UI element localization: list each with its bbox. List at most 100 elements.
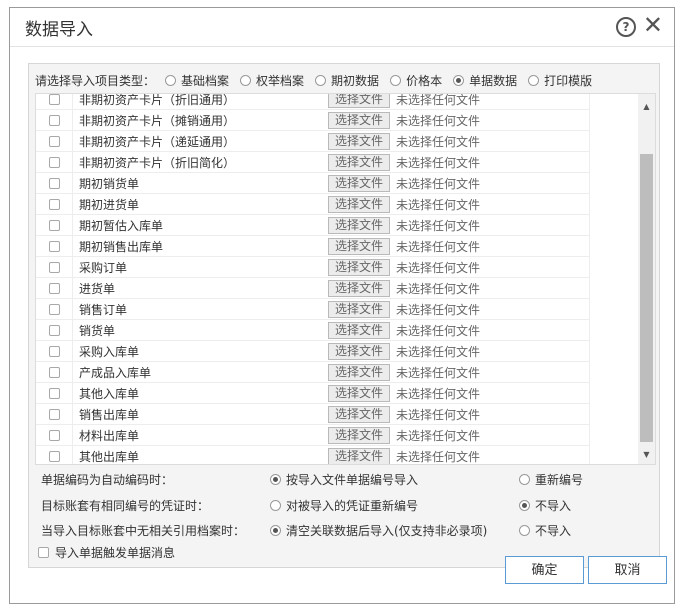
- type-selector-label: 请选择导入项目类型：: [35, 73, 156, 88]
- row-checkbox[interactable]: [48, 94, 60, 105]
- row-check-cell: [36, 361, 73, 383]
- choose-file-button[interactable]: 选择文件: [328, 111, 390, 129]
- choose-file-button[interactable]: 选择文件: [328, 237, 390, 255]
- trigger-message-option[interactable]: 导入单据触发单据消息: [38, 544, 175, 561]
- choose-file-button[interactable]: 选择文件: [328, 174, 390, 192]
- row-checkbox[interactable]: [48, 261, 60, 273]
- choose-file-button[interactable]: 选择文件: [328, 321, 390, 339]
- row-spacer: [480, 403, 590, 425]
- choose-file-button[interactable]: 选择文件: [328, 195, 390, 213]
- option-radio[interactable]: [519, 524, 530, 536]
- file-status: 未选择任何文件: [396, 218, 481, 233]
- close-icon[interactable]: ✕: [643, 11, 663, 39]
- type-option-radio[interactable]: [240, 74, 252, 86]
- row-checkbox[interactable]: [48, 282, 60, 294]
- type-option-4[interactable]: 单据数据: [453, 72, 517, 89]
- choose-file-button[interactable]: 选择文件: [328, 153, 390, 171]
- cancel-button[interactable]: 取消: [588, 556, 667, 584]
- option-radio[interactable]: [519, 473, 530, 485]
- same-code-skip-radio[interactable]: 不导入: [519, 497, 571, 514]
- title-bar: 数据导入 ? ✕: [10, 8, 674, 47]
- same-code-renumber-radio[interactable]: 对被导入的凭证重新编号: [270, 497, 418, 514]
- type-option-label: 打印模版: [544, 73, 593, 88]
- type-option-3[interactable]: 价格本: [390, 72, 442, 89]
- list-scrollbar[interactable]: ▲ ▼: [638, 94, 655, 464]
- choose-file-button[interactable]: 选择文件: [328, 447, 390, 464]
- type-option-radio[interactable]: [165, 74, 177, 86]
- import-item-list: 非期初资产卡片（折旧通用） 选择文件 未选择任何文件 非期初资产卡片（摊销通用） 选择文…: [35, 93, 656, 465]
- help-icon[interactable]: ?: [616, 17, 636, 37]
- list-item: 非期初资产卡片（折旧简化） 选择文件 未选择任何文件: [36, 151, 590, 173]
- option-radio[interactable]: [270, 473, 281, 485]
- file-status: 未选择任何文件: [396, 239, 481, 254]
- list-item: 采购入库单 选择文件 未选择任何文件: [36, 340, 590, 362]
- row-checkbox[interactable]: [48, 156, 60, 168]
- row-checkbox[interactable]: [48, 219, 60, 231]
- row-checkbox[interactable]: [48, 198, 60, 210]
- choose-file-button[interactable]: 选择文件: [328, 258, 390, 276]
- choose-file-button[interactable]: 选择文件: [328, 279, 390, 297]
- list-item: 采购订单 选择文件 未选择任何文件: [36, 256, 590, 278]
- row-check-cell: [36, 277, 73, 299]
- list-item: 非期初资产卡片（递延通用） 选择文件 未选择任何文件: [36, 130, 590, 152]
- type-option-0[interactable]: 基础档案: [165, 72, 229, 89]
- no-ref-skip-radio[interactable]: 不导入: [519, 522, 571, 539]
- row-checkbox[interactable]: [48, 450, 60, 462]
- choose-file-button[interactable]: 选择文件: [328, 216, 390, 234]
- choose-file-button[interactable]: 选择文件: [328, 342, 390, 360]
- scroll-up-arrow-icon[interactable]: ▲: [638, 100, 655, 114]
- type-option-radio[interactable]: [390, 74, 402, 86]
- list-item: 销售订单 选择文件 未选择任何文件: [36, 298, 590, 320]
- type-option-radio[interactable]: [453, 74, 465, 86]
- no-ref-clear-radio[interactable]: 清空关联数据后导入(仅支持非必录项): [270, 522, 487, 539]
- option-radio[interactable]: [270, 524, 281, 536]
- row-checkbox[interactable]: [48, 429, 60, 441]
- choose-file-button[interactable]: 选择文件: [328, 300, 390, 318]
- type-option-2[interactable]: 期初数据: [315, 72, 379, 89]
- type-option-1[interactable]: 权举档案: [240, 72, 304, 89]
- row-checkbox[interactable]: [48, 135, 60, 147]
- type-option-label: 单据数据: [469, 73, 518, 88]
- auto-code-renumber-radio[interactable]: 重新编号: [519, 471, 583, 488]
- row-spacer: [480, 94, 590, 110]
- item-name: 期初暂估入库单: [79, 218, 164, 233]
- dialog-title: 数据导入: [25, 20, 93, 40]
- file-status: 未选择任何文件: [396, 155, 481, 170]
- row-check-cell: [36, 256, 73, 278]
- choose-file-button[interactable]: 选择文件: [328, 384, 390, 402]
- row-checkbox[interactable]: [48, 240, 60, 252]
- item-name: 期初进货单: [79, 197, 140, 212]
- row-checkbox[interactable]: [48, 345, 60, 357]
- row-check-cell: [36, 94, 73, 110]
- type-option-radio[interactable]: [315, 74, 327, 86]
- choose-file-button[interactable]: 选择文件: [328, 132, 390, 150]
- choose-file-button[interactable]: 选择文件: [328, 363, 390, 381]
- auto-code-keep-radio[interactable]: 按导入文件单据编号导入: [270, 471, 418, 488]
- scroll-thumb[interactable]: [640, 154, 653, 442]
- row-checkbox[interactable]: [48, 177, 60, 189]
- option-radio[interactable]: [519, 499, 530, 511]
- list-item: 进货单 选择文件 未选择任何文件: [36, 277, 590, 299]
- choose-file-button[interactable]: 选择文件: [328, 94, 390, 108]
- row-checkbox[interactable]: [48, 408, 60, 420]
- item-name: 其他入库单: [79, 386, 140, 401]
- type-option-radio[interactable]: [528, 74, 540, 86]
- trigger-message-label: 导入单据触发单据消息: [55, 546, 176, 560]
- file-status: 未选择任何文件: [396, 113, 481, 128]
- item-name: 材料出库单: [79, 428, 140, 443]
- row-checkbox[interactable]: [48, 387, 60, 399]
- row-spacer: [480, 109, 590, 131]
- row-spacer: [480, 256, 590, 278]
- list-item: 期初销货单 选择文件 未选择任何文件: [36, 172, 590, 194]
- option-radio[interactable]: [270, 499, 281, 511]
- row-checkbox[interactable]: [48, 114, 60, 126]
- choose-file-button[interactable]: 选择文件: [328, 405, 390, 423]
- confirm-button[interactable]: 确定: [505, 556, 584, 584]
- row-checkbox[interactable]: [48, 366, 60, 378]
- scroll-down-arrow-icon[interactable]: ▼: [638, 448, 655, 462]
- trigger-message-checkbox[interactable]: [38, 547, 49, 558]
- row-checkbox[interactable]: [48, 324, 60, 336]
- choose-file-button[interactable]: 选择文件: [328, 426, 390, 444]
- row-checkbox[interactable]: [48, 303, 60, 315]
- type-option-5[interactable]: 打印模版: [528, 72, 592, 89]
